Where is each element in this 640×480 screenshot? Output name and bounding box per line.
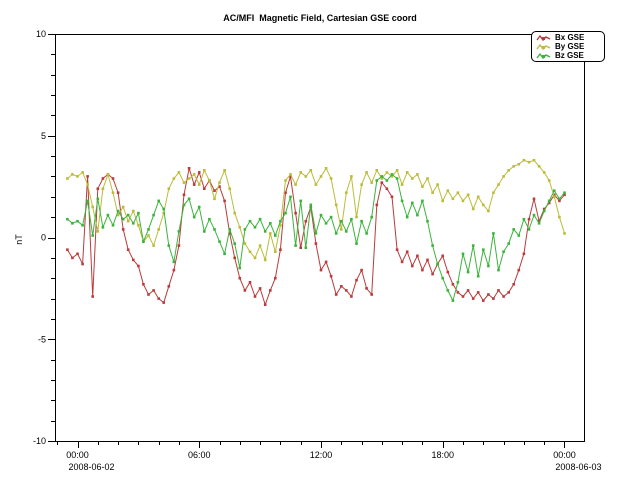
x-tick-label: 00:00 xyxy=(553,450,576,460)
figure-canvas: 10 5 0 -5 -10 nT 00:00 06:00 12:00 18:00 00:00 2008… xyxy=(0,0,640,480)
legend-item-bz: Bz GSE xyxy=(532,51,604,60)
y-tick-label: 0 xyxy=(41,233,46,243)
bz-line-swatch-icon xyxy=(536,52,552,60)
y-axis-label: nT xyxy=(14,234,24,245)
x-tick-label: 18:00 xyxy=(431,450,454,460)
by-line-swatch-icon xyxy=(536,43,552,51)
legend-label-by: By GSE xyxy=(555,42,584,51)
x-tick-label: 12:00 xyxy=(310,450,333,460)
series-bx-gse xyxy=(66,167,566,306)
legend-label-bx: Bx GSE xyxy=(555,33,584,42)
y-tick-label: 10 xyxy=(36,29,46,39)
legend-item-by: By GSE xyxy=(532,42,604,51)
series-bz-gse xyxy=(66,173,566,302)
x-axis-date-left: 2008-06-02 xyxy=(68,462,114,472)
legend-item-bx: Bx GSE xyxy=(532,33,604,42)
plot-frame xyxy=(56,35,585,442)
axis-tick-labels: 10 5 0 -5 -10 nT 00:00 06:00 12:00 18:00 00:00 2008… xyxy=(14,29,601,472)
legend-label-bz: Bz GSE xyxy=(555,51,584,60)
x-axis-date-right: 2008-06-03 xyxy=(555,462,601,472)
plot-svg: 10 5 0 -5 -10 nT 00:00 06:00 12:00 18:00 00:00 2008… xyxy=(0,0,640,480)
x-tick-label: 00:00 xyxy=(66,450,89,460)
legend: Bx GSE By GSE Bz GSE xyxy=(531,31,605,62)
bx-line-swatch-icon xyxy=(536,34,552,42)
chart-title: AC/MFI Magnetic Field, Cartesian GSE coo… xyxy=(0,13,640,23)
y-tick-label: 5 xyxy=(41,131,46,141)
y-tick-label: -10 xyxy=(33,436,46,446)
x-tick-label: 06:00 xyxy=(188,450,211,460)
y-tick-label: -5 xyxy=(38,334,46,344)
